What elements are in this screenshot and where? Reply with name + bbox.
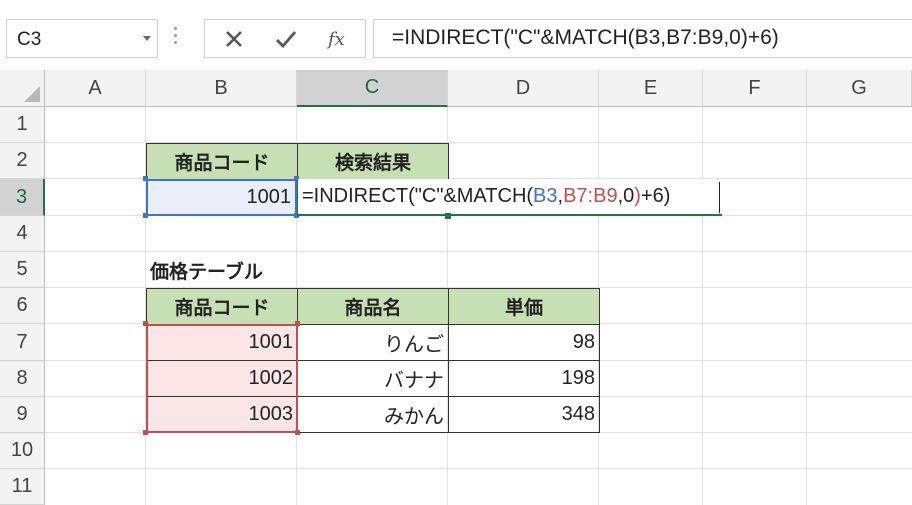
formula-part-3: ,0 — [617, 185, 635, 207]
spreadsheet-grid[interactable]: A B C D E F G 1 2 3 4 5 6 7 8 9 10 11 商品… — [0, 70, 912, 505]
table-cell-price-2[interactable]: 198 — [448, 360, 600, 397]
price-table-title: 価格テーブル — [150, 260, 263, 283]
table-cell-price-3[interactable]: 348 — [448, 396, 600, 433]
column-header-d[interactable]: D — [448, 70, 599, 107]
formula-toolbar: C3 fx =INDIRECT("C"&MATCH(B3,B7:B9,0)+6) — [0, 0, 912, 70]
formula-text: =INDIRECT("C"&MATCH(B3,B7:B9,0)+6) — [392, 26, 779, 49]
column-header-f[interactable]: F — [703, 70, 807, 107]
table-cell-price-1[interactable]: 98 — [448, 324, 600, 361]
row-header-6[interactable]: 6 — [0, 288, 45, 324]
row-header-3[interactable]: 3 — [0, 179, 45, 216]
search-header-code[interactable]: 商品コード — [146, 143, 298, 180]
row-header-8[interactable]: 8 — [0, 361, 45, 397]
formula-part-1: =INDIRECT("C"&MATCH( — [302, 185, 534, 207]
column-header-e[interactable]: E — [599, 70, 703, 107]
formula-input[interactable]: =INDIRECT("C"&MATCH(B3,B7:B9,0)+6) — [373, 19, 912, 58]
formula-part-4: ) — [634, 185, 641, 207]
row-header-1[interactable]: 1 — [0, 107, 45, 143]
fx-icon[interactable]: fx — [315, 20, 361, 57]
name-box[interactable]: C3 — [6, 19, 158, 58]
row-header-11[interactable]: 11 — [0, 469, 45, 505]
column-header-b[interactable]: B — [146, 70, 297, 107]
select-all-corner[interactable] — [0, 70, 45, 107]
table-header-price[interactable]: 単価 — [448, 288, 600, 325]
row-header-2[interactable]: 2 — [0, 143, 45, 179]
formula-ref-b3: B3 — [533, 185, 558, 207]
column-header-c[interactable]: C — [297, 70, 448, 107]
fill-handle[interactable] — [445, 213, 451, 219]
reference-range-highlight — [146, 324, 298, 433]
row-header-5[interactable]: 5 — [0, 252, 45, 288]
table-header-code[interactable]: 商品コード — [146, 288, 298, 325]
formula-buttons: fx — [204, 19, 366, 58]
search-header-result[interactable]: 検索結果 — [297, 143, 449, 180]
column-header-g[interactable]: G — [807, 70, 912, 107]
active-cell-c3[interactable]: =INDIRECT("C"&MATCH(B3, B7:B9,0) +6) — [297, 179, 722, 216]
check-icon[interactable] — [263, 20, 309, 57]
name-box-value: C3 — [17, 29, 42, 50]
table-header-name[interactable]: 商品名 — [297, 288, 449, 325]
table-cell-name-3[interactable]: みかん — [297, 396, 449, 433]
search-code-value: 1001 — [246, 186, 292, 208]
table-cell-name-1[interactable]: りんご — [297, 324, 449, 361]
table-cell-name-2[interactable]: バナナ — [297, 360, 449, 397]
row-header-9[interactable]: 9 — [0, 397, 45, 433]
search-code-cell[interactable]: 1001 — [146, 179, 297, 216]
close-icon[interactable] — [211, 20, 257, 57]
drag-handle-icon[interactable] — [174, 27, 178, 49]
row-header-10[interactable]: 10 — [0, 433, 45, 469]
text-cursor — [719, 182, 720, 213]
chevron-down-icon[interactable] — [143, 36, 151, 41]
row-header-4[interactable]: 4 — [0, 216, 45, 252]
formula-ref-b7-b9: B7:B9 — [563, 185, 618, 207]
column-header-a[interactable]: A — [45, 70, 146, 107]
formula-part-5: +6) — [640, 185, 671, 207]
row-header-7[interactable]: 7 — [0, 324, 45, 361]
svg-text:fx: fx — [326, 29, 345, 50]
